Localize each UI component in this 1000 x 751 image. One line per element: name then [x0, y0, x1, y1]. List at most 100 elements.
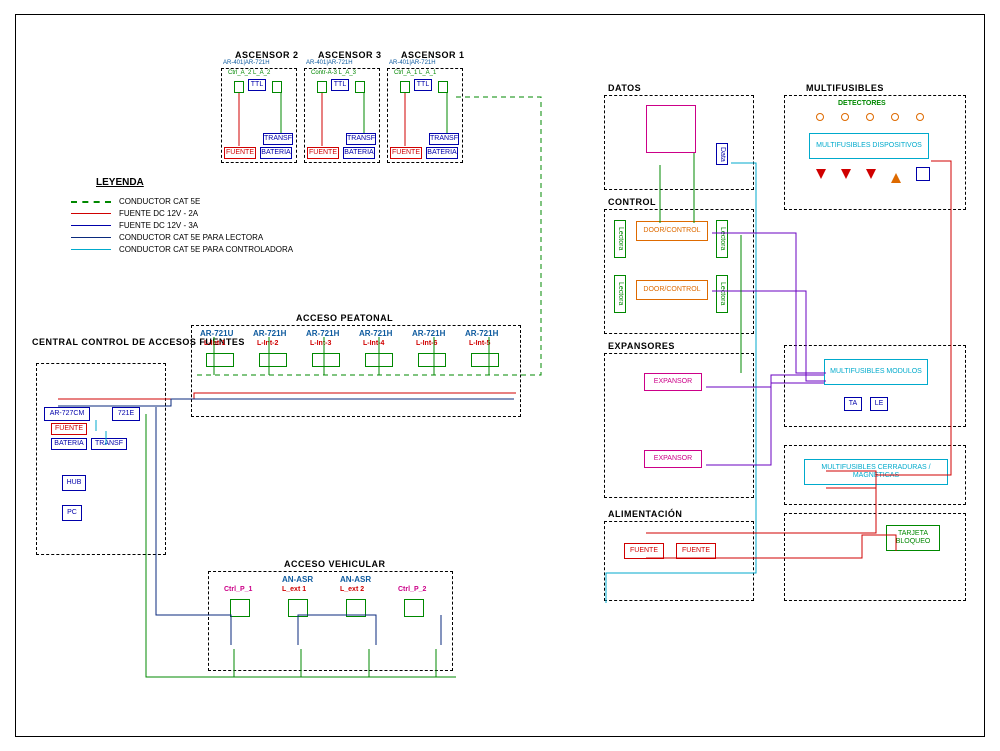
- doorcontrol-box: DOOR/CONTROL: [636, 221, 708, 241]
- fuente-box: FUENTE: [224, 147, 256, 159]
- vehicular-port: [404, 599, 424, 617]
- ttl-port: [400, 81, 410, 93]
- data-label: Data: [716, 143, 728, 165]
- ttl-port: [272, 81, 282, 93]
- peatonal-model: AR-721H: [306, 329, 339, 338]
- lectora-box: Lectora: [614, 275, 626, 313]
- peatonal-port: [259, 353, 287, 367]
- fuente-box: FUENTE: [624, 543, 664, 559]
- vehicular-port: [230, 599, 250, 617]
- arrow-up-icon: [891, 173, 901, 183]
- transf-box: TRANSF: [429, 133, 459, 145]
- fuente-box: FUENTE: [51, 423, 87, 435]
- legend-item: FUENTE DC 12V - 2A: [119, 209, 198, 218]
- ascensor-model: AR-401|AR-721H: [223, 60, 270, 66]
- multifusibles-title: MULTIFUSIBLES: [806, 83, 884, 93]
- bateria-box: BATERIA: [51, 438, 87, 450]
- datos-box: [646, 105, 696, 153]
- peatonal-model: AR-721H: [359, 329, 392, 338]
- ttl-box: TTL: [331, 79, 349, 91]
- ascensor-title: ASCENSOR 2: [235, 50, 299, 60]
- vehicular-loc: Ctrl_P_2: [398, 586, 426, 593]
- mf-cerraduras-box: MULTIFUSIBLES CERRADURAS / MAGNETICAS: [804, 459, 948, 485]
- arrow-down-icon: [866, 169, 876, 179]
- vehicular-title: ACCESO VEHICULAR: [284, 559, 386, 569]
- peatonal-model: AR-721U: [200, 329, 233, 338]
- detector-icon: [916, 113, 924, 121]
- legend-sample: [71, 201, 111, 203]
- lectora-box: Lectora: [716, 275, 728, 313]
- doorcontrol-box: DOOR/CONTROL: [636, 280, 708, 300]
- datos-title: DATOS: [608, 83, 641, 93]
- vehicular-port: [288, 599, 308, 617]
- peatonal-loc: L-Int-1: [204, 340, 225, 347]
- ascensor-title: ASCENSOR 1: [401, 50, 465, 60]
- peatonal-loc: L-Int-2: [257, 340, 278, 347]
- legend-sample: [71, 213, 111, 214]
- expansores-title: EXPANSORES: [608, 341, 675, 351]
- vehicular-model: AN-ASR: [282, 575, 313, 584]
- legend-item: CONDUCTOR CAT 5E PARA CONTROLADORA: [119, 245, 293, 254]
- legend-title: LEYENDA: [96, 177, 144, 188]
- detector-icon: [891, 113, 899, 121]
- le-box: LE: [870, 397, 888, 411]
- detector-icon: [816, 113, 824, 121]
- legend-item: CONDUCTOR CAT 5E: [119, 197, 200, 206]
- ttl-port: [355, 81, 365, 93]
- vehicular-model: AN-ASR: [340, 575, 371, 584]
- peatonal-port: [365, 353, 393, 367]
- vehicular-loc: L_ext 2: [340, 586, 364, 593]
- peatonal-loc: L-Int-3: [310, 340, 331, 347]
- peatonal-loc: L-Int-4: [363, 340, 384, 347]
- pc-box: PC: [62, 505, 82, 521]
- ttl-port: [234, 81, 244, 93]
- ar727cm-box: AR-727CM: [44, 407, 90, 421]
- peatonal-port: [206, 353, 234, 367]
- alimentacion-title: ALIMENTACIÓN: [608, 509, 682, 519]
- peatonal-section: [191, 325, 521, 417]
- alimentacion-section: [604, 521, 754, 601]
- central-title: CENTRAL CONTROL DE ACCESOS FUENTES: [32, 337, 172, 347]
- vehicular-loc: L_ext 1: [282, 586, 306, 593]
- lectora-box: Lectora: [614, 220, 626, 258]
- ttl-box: TTL: [248, 79, 266, 91]
- transf-box: TRANSF: [263, 133, 293, 145]
- ttl-port: [438, 81, 448, 93]
- arrow-down-icon: [841, 169, 851, 179]
- hub-box: HUB: [62, 475, 86, 491]
- ta-box: TA: [844, 397, 862, 411]
- fuente-box: FUENTE: [390, 147, 422, 159]
- legend-item: FUENTE DC 12V - 3A: [119, 221, 198, 230]
- legend-sample: [71, 225, 111, 226]
- bateria-box: BATERIA: [260, 147, 292, 159]
- page: LEYENDA CONDUCTOR CAT 5E FUENTE DC 12V -…: [0, 0, 1000, 751]
- ttl-port: [317, 81, 327, 93]
- peatonal-model: AR-721H: [253, 329, 286, 338]
- 721e-box: 721E: [112, 407, 140, 421]
- transf-box: TRANSF: [346, 133, 376, 145]
- detector-icon: [841, 113, 849, 121]
- ascensor-ctrl: Contr-A-3 L_A_3: [311, 70, 356, 76]
- peatonal-loc: L-Int-5: [469, 340, 490, 347]
- control-title: CONTROL: [608, 197, 656, 207]
- arrow-down-icon: [816, 169, 826, 179]
- detectores-label: DETECTORES: [838, 100, 886, 107]
- transf-box: TRANSF: [91, 438, 127, 450]
- symbol-box: [916, 167, 930, 181]
- tarjeta-box: TARJETA BLOQUEO: [886, 525, 940, 551]
- legend-item: CONDUCTOR CAT 5E PARA LECTORA: [119, 233, 263, 242]
- vehicular-port: [346, 599, 366, 617]
- ascensor-ctrl: Ctrl_A_1 L_A_1: [394, 70, 436, 76]
- peatonal-model: AR-721H: [465, 329, 498, 338]
- peatonal-loc: L-Int-6: [416, 340, 437, 347]
- ascensor-model: AR-401|AR-721H: [389, 60, 436, 66]
- legend-sample: [71, 237, 111, 238]
- peatonal-port: [471, 353, 499, 367]
- expansor-box: EXPANSOR: [644, 450, 702, 468]
- bateria-box: BATERIA: [426, 147, 458, 159]
- vehicular-loc: Ctrl_P_1: [224, 586, 252, 593]
- peatonal-title: ACCESO PEATONAL: [296, 313, 393, 323]
- expansor-box: EXPANSOR: [644, 373, 702, 391]
- ascensor-model: AR-401|AR-721H: [306, 60, 353, 66]
- central-section: [36, 363, 166, 555]
